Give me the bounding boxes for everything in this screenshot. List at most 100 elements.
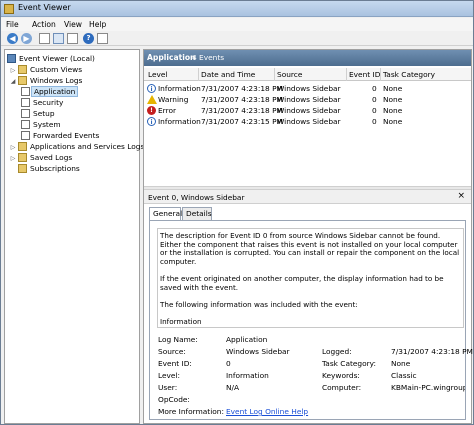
event-detail-header: Event 0, Windows Sidebar × <box>144 190 471 204</box>
event-datetime: 7/31/2007 4:23:18 PM <box>201 84 283 93</box>
table-row[interactable]: i Information 7/31/2007 4:23:18 PM Windo… <box>144 83 471 94</box>
user-value: N/A <box>226 383 240 392</box>
up-level-icon[interactable] <box>39 33 50 44</box>
log-name-label: Log Name: <box>158 335 198 344</box>
table-row[interactable]: i Information 7/31/2007 4:23:15 PM Windo… <box>144 116 471 127</box>
event-source: Windows Sidebar <box>277 95 341 104</box>
log-pane-header: Application 4 Events <box>144 50 471 66</box>
event-log-online-help-link[interactable]: Event Log Online Help <box>226 407 308 416</box>
tree-item-label: Windows Logs <box>30 76 83 85</box>
title-bar[interactable]: Event Viewer <box>1 1 473 17</box>
event-viewer-window: Event Viewer File Action View Help ◀ ▶ ?… <box>0 0 474 425</box>
table-row[interactable]: ! Error 7/31/2007 4:23:18 PM Windows Sid… <box>144 105 471 116</box>
info-icon: i <box>147 84 156 93</box>
tree-item-custom-views[interactable]: ▷ Custom Views <box>7 64 137 75</box>
level-value: Information <box>226 371 269 380</box>
event-id: 0 <box>372 106 377 115</box>
event-description[interactable]: The description for Event ID 0 from sour… <box>157 228 464 328</box>
show-hide-tree-icon[interactable] <box>53 33 64 44</box>
description-paragraph: The description for Event ID 0 from sour… <box>160 231 460 266</box>
event-datetime: 7/31/2007 4:23:18 PM <box>201 95 283 104</box>
tree-item-setup[interactable]: Setup <box>18 108 128 119</box>
tree-item-system[interactable]: System <box>18 119 128 130</box>
folder-icon <box>18 65 27 74</box>
menu-view[interactable]: View <box>64 20 82 29</box>
column-header-source[interactable]: Source <box>277 70 302 79</box>
back-arrow-icon[interactable]: ◀ <box>7 33 18 44</box>
keywords-value: Classic <box>391 371 417 380</box>
properties-icon[interactable] <box>67 33 78 44</box>
event-viewer-app-icon <box>4 4 14 14</box>
more-information-label: More Information: <box>158 407 224 416</box>
event-source: Windows Sidebar <box>277 106 341 115</box>
tree-item-application[interactable]: Application <box>18 86 88 97</box>
forward-arrow-icon[interactable]: ▶ <box>21 33 32 44</box>
tree-item-event-viewer-local[interactable]: Event Viewer (Local) <box>7 53 137 64</box>
tree-item-label: Forwarded Events <box>33 131 100 140</box>
task-category-label: Task Category: <box>322 359 377 368</box>
log-icon <box>21 87 30 96</box>
folder-icon <box>18 153 27 162</box>
event-source: Windows Sidebar <box>277 117 341 126</box>
show-action-pane-icon[interactable] <box>97 33 108 44</box>
logged-label: Logged: <box>322 347 352 356</box>
event-id-label: Event ID: <box>158 359 192 368</box>
info-icon: i <box>147 117 156 126</box>
opcode-label: OpCode: <box>158 395 190 404</box>
close-icon[interactable]: × <box>457 191 465 201</box>
column-divider[interactable] <box>198 68 199 81</box>
folder-icon <box>18 142 27 151</box>
column-header-date-and-time[interactable]: Date and Time <box>201 70 255 79</box>
event-id: 0 <box>372 84 377 93</box>
log-icon <box>21 131 30 140</box>
folder-icon <box>18 76 27 85</box>
column-divider[interactable] <box>346 68 347 81</box>
source-label: Source: <box>158 347 186 356</box>
event-id: 0 <box>372 95 377 104</box>
tree-item-saved-logs[interactable]: ▷ Saved Logs <box>7 152 137 163</box>
toolbar: ◀ ▶ ? <box>1 31 473 46</box>
tree-item-forwarded-events[interactable]: Forwarded Events <box>18 130 128 141</box>
tree-item-subscriptions[interactable]: Subscriptions <box>7 163 137 174</box>
log-name-value: Application <box>226 335 268 344</box>
tree-item-label: Subscriptions <box>30 164 80 173</box>
column-header-level[interactable]: Level <box>148 70 168 79</box>
column-divider[interactable] <box>380 68 381 81</box>
event-level: Information <box>158 117 201 126</box>
expand-arrow-icon[interactable]: ▷ <box>9 65 17 74</box>
tree-item-label: Security <box>33 98 64 107</box>
event-task-category: None <box>383 95 403 104</box>
event-list-header: Level Date and Time Source Event ID Task… <box>144 68 471 81</box>
tree-item-windows-logs[interactable]: ◢ Windows Logs <box>7 75 137 86</box>
log-title: Application <box>147 53 196 62</box>
tab-details[interactable]: Details <box>182 207 212 220</box>
general-tab-panel: The description for Event ID 0 from sour… <box>149 220 473 420</box>
menu-action[interactable]: Action <box>32 20 56 29</box>
event-level: Error <box>158 106 177 115</box>
tree-item-label: System <box>33 120 61 129</box>
tree-item-label: Application <box>31 86 79 97</box>
event-level: Information <box>158 84 201 93</box>
tree-item-applications-and-services-logs[interactable]: ▷ Applications and Services Logs <box>7 141 144 152</box>
tab-general[interactable]: General <box>149 207 182 221</box>
event-id: 0 <box>372 117 377 126</box>
column-divider[interactable] <box>274 68 275 81</box>
menu-help[interactable]: Help <box>89 20 106 29</box>
warning-icon <box>147 95 157 104</box>
menu-file[interactable]: File <box>6 20 19 29</box>
column-header-event-id[interactable]: Event ID <box>349 70 380 79</box>
expand-arrow-icon[interactable]: ▷ <box>9 153 17 162</box>
log-icon <box>21 109 30 118</box>
computer-icon <box>7 54 16 63</box>
menu-bar: File Action View Help <box>1 18 473 31</box>
help-icon[interactable]: ? <box>83 33 94 44</box>
event-id-value: 0 <box>226 359 231 368</box>
column-header-task-category[interactable]: Task Category <box>383 70 435 79</box>
tree-item-security[interactable]: Security <box>18 97 128 108</box>
source-value: Windows Sidebar <box>226 347 290 356</box>
collapse-arrow-icon[interactable]: ◢ <box>9 76 17 85</box>
expand-arrow-icon[interactable]: ▷ <box>9 142 17 151</box>
logged-value: 7/31/2007 4:23:18 PM <box>391 347 473 356</box>
table-row[interactable]: Warning 7/31/2007 4:23:18 PM Windows Sid… <box>144 94 471 105</box>
task-category-value: None <box>391 359 411 368</box>
